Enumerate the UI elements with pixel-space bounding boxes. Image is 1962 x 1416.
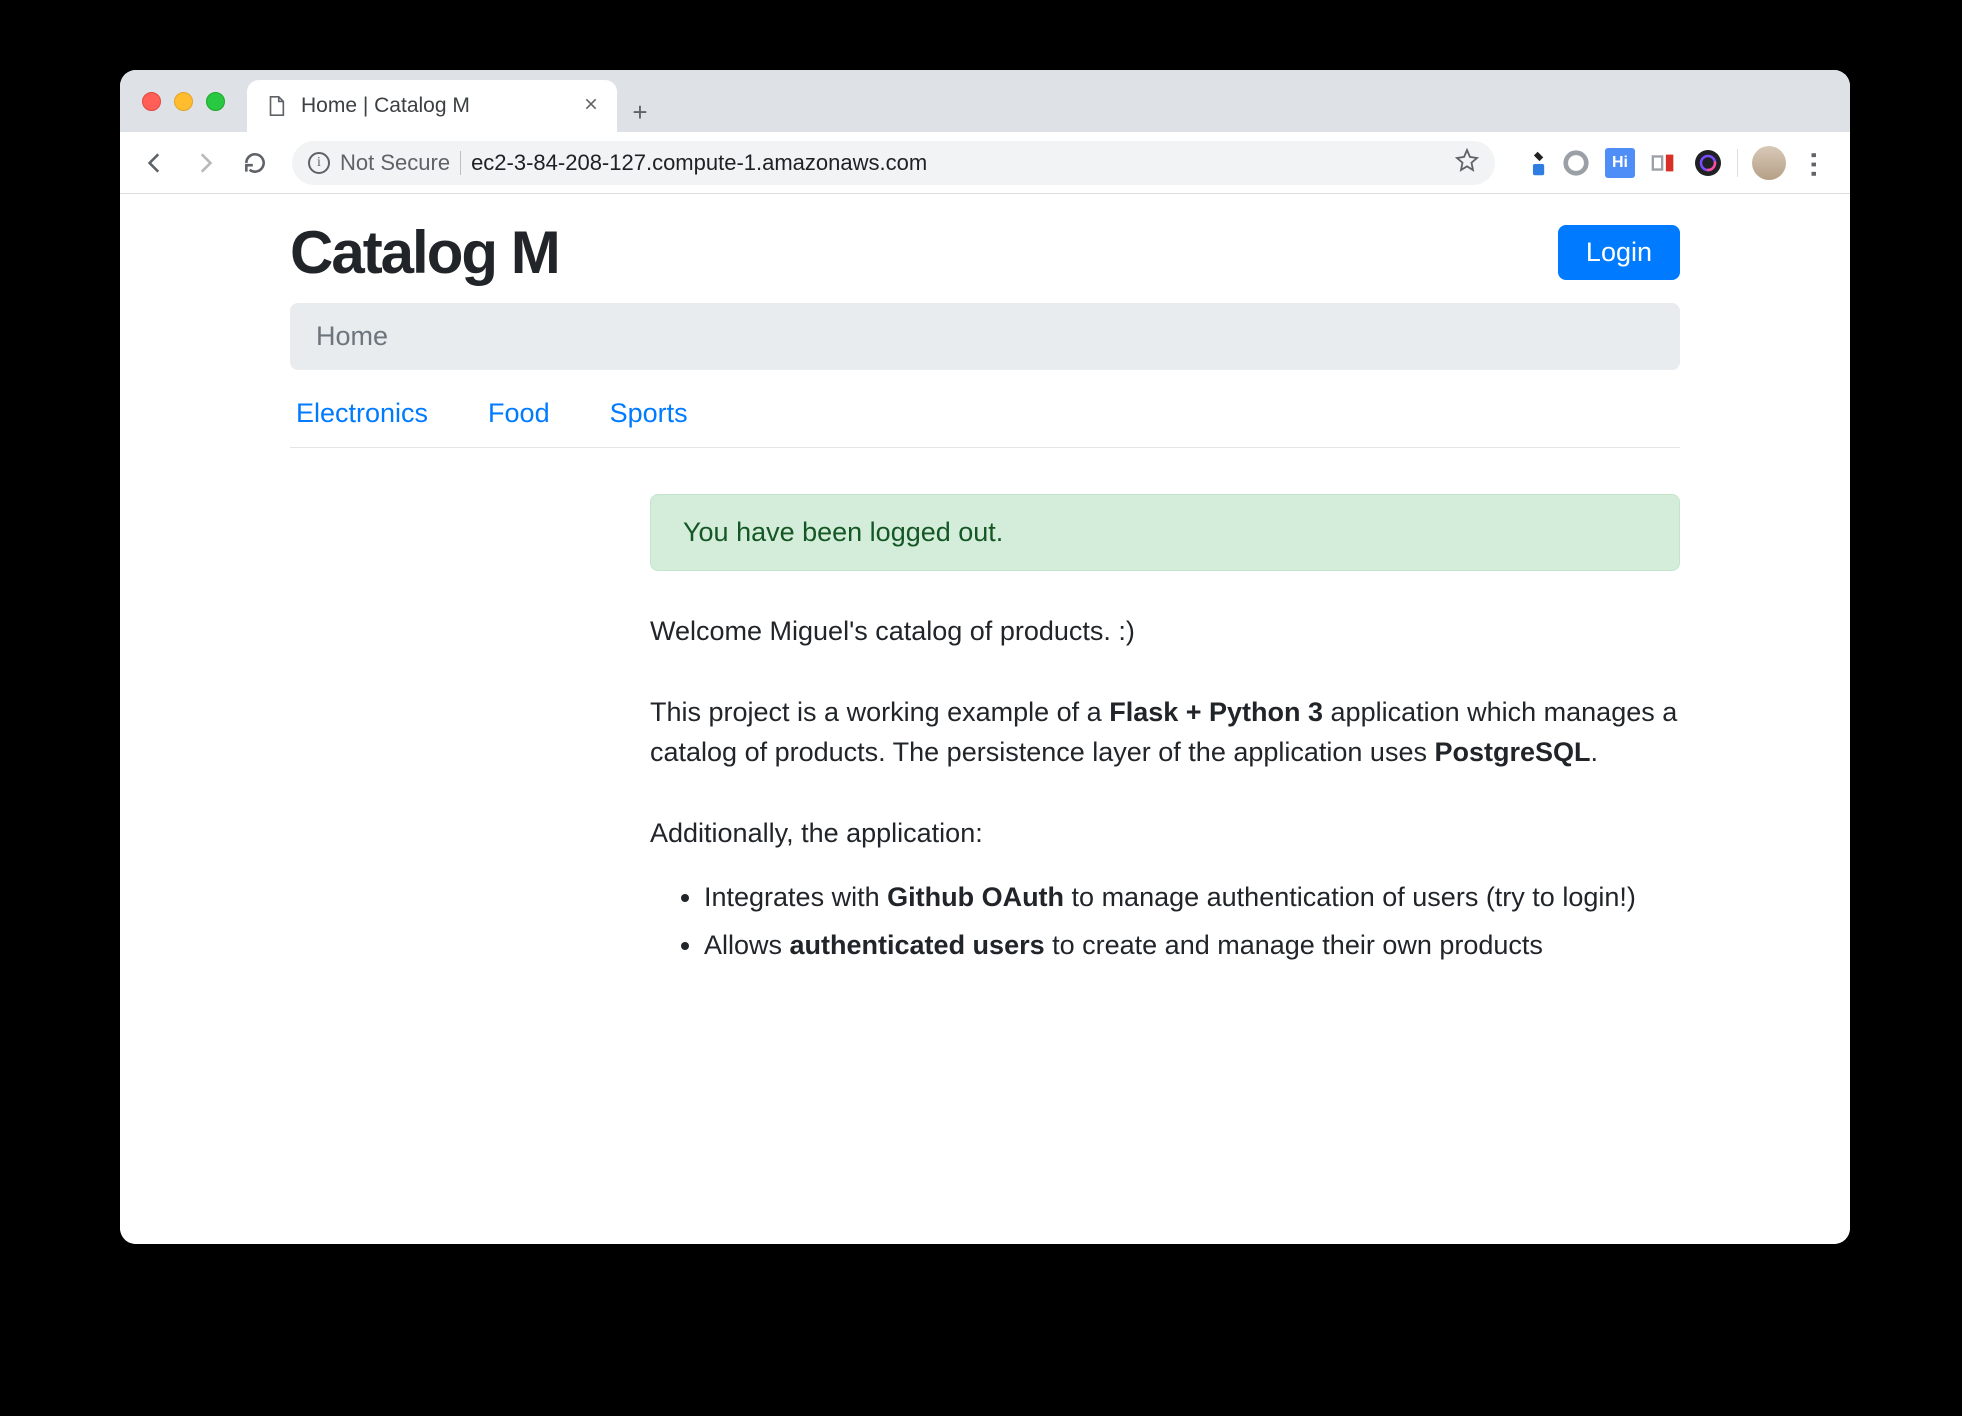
feature-part: Allows bbox=[704, 930, 790, 960]
url-text: ec2-3-84-208-127.compute-1.amazonaws.com bbox=[471, 150, 927, 176]
extension-hi-icon[interactable]: Hi bbox=[1605, 148, 1635, 178]
tab-close-button[interactable] bbox=[583, 96, 599, 117]
category-link-food[interactable]: Food bbox=[488, 398, 550, 429]
feature-part: to create and manage their own products bbox=[1045, 930, 1543, 960]
feature-list: Integrates with Github OAuth to manage a… bbox=[650, 877, 1680, 967]
window-minimize-button[interactable] bbox=[174, 92, 193, 111]
category-link-sports[interactable]: Sports bbox=[610, 398, 688, 429]
feature-bold: authenticated users bbox=[790, 930, 1045, 960]
toolbar-separator bbox=[1737, 149, 1738, 177]
new-tab-button[interactable]: + bbox=[617, 97, 663, 132]
extension-lastpass-icon[interactable] bbox=[1649, 148, 1679, 178]
login-button[interactable]: Login bbox=[1558, 225, 1680, 280]
extension-recorder-icon[interactable] bbox=[1561, 148, 1591, 178]
security-label: Not Secure bbox=[340, 150, 450, 176]
browser-window: Home | Catalog M + i Not Secure ec2-3-84… bbox=[120, 70, 1850, 1244]
desc-part: . bbox=[1591, 737, 1599, 767]
category-link-electronics[interactable]: Electronics bbox=[296, 398, 428, 429]
feature-item: Allows authenticated users to create and… bbox=[704, 925, 1680, 967]
flash-message-text: You have been logged out. bbox=[683, 517, 1003, 547]
omnibox-divider bbox=[460, 151, 461, 175]
extension-area: Hi ⋯ bbox=[1511, 146, 1836, 180]
welcome-text: Welcome Miguel's catalog of products. :) bbox=[650, 611, 1680, 652]
browser-tab[interactable]: Home | Catalog M bbox=[247, 80, 617, 132]
main-content: You have been logged out. Welcome Miguel… bbox=[650, 448, 1680, 967]
profile-avatar[interactable] bbox=[1752, 146, 1786, 180]
address-bar[interactable]: i Not Secure ec2-3-84-208-127.compute-1.… bbox=[292, 141, 1495, 185]
feature-item: Integrates with Github OAuth to manage a… bbox=[704, 877, 1680, 919]
additional-label: Additionally, the application: bbox=[650, 813, 1680, 854]
feature-bold: Github OAuth bbox=[887, 882, 1064, 912]
breadcrumb-current: Home bbox=[316, 321, 388, 351]
feature-part: Integrates with bbox=[704, 882, 887, 912]
reload-button[interactable] bbox=[234, 142, 276, 184]
window-close-button[interactable] bbox=[142, 92, 161, 111]
bookmark-star-icon[interactable] bbox=[1455, 148, 1479, 178]
header-row: Catalog M Login bbox=[290, 204, 1680, 303]
browser-menu-button[interactable]: ⋯ bbox=[1800, 148, 1830, 178]
category-nav: Electronics Food Sports bbox=[290, 370, 1680, 448]
flash-message: You have been logged out. bbox=[650, 494, 1680, 571]
brand-title: Catalog M bbox=[290, 218, 559, 287]
site-info-icon[interactable]: i bbox=[308, 152, 330, 174]
breadcrumb: Home bbox=[290, 303, 1680, 370]
extension-colorpicker-icon[interactable] bbox=[1517, 148, 1547, 178]
feature-part: to manage authentication of users (try t… bbox=[1064, 882, 1636, 912]
forward-button[interactable] bbox=[184, 142, 226, 184]
extension-lens-icon[interactable] bbox=[1693, 148, 1723, 178]
tab-title: Home | Catalog M bbox=[301, 94, 470, 118]
desc-tech-flask: Flask + Python 3 bbox=[1109, 697, 1323, 727]
tab-strip: Home | Catalog M + bbox=[120, 70, 1850, 132]
page-container: Catalog M Login Home Electronics Food Sp… bbox=[290, 194, 1680, 967]
window-zoom-button[interactable] bbox=[206, 92, 225, 111]
description-text: This project is a working example of a F… bbox=[650, 692, 1680, 773]
back-button[interactable] bbox=[134, 142, 176, 184]
page-icon bbox=[265, 95, 287, 117]
desc-tech-postgres: PostgreSQL bbox=[1434, 737, 1590, 767]
page-viewport: Catalog M Login Home Electronics Food Sp… bbox=[120, 194, 1850, 1244]
browser-toolbar: i Not Secure ec2-3-84-208-127.compute-1.… bbox=[120, 132, 1850, 194]
window-controls bbox=[142, 92, 247, 111]
desc-part: This project is a working example of a bbox=[650, 697, 1109, 727]
